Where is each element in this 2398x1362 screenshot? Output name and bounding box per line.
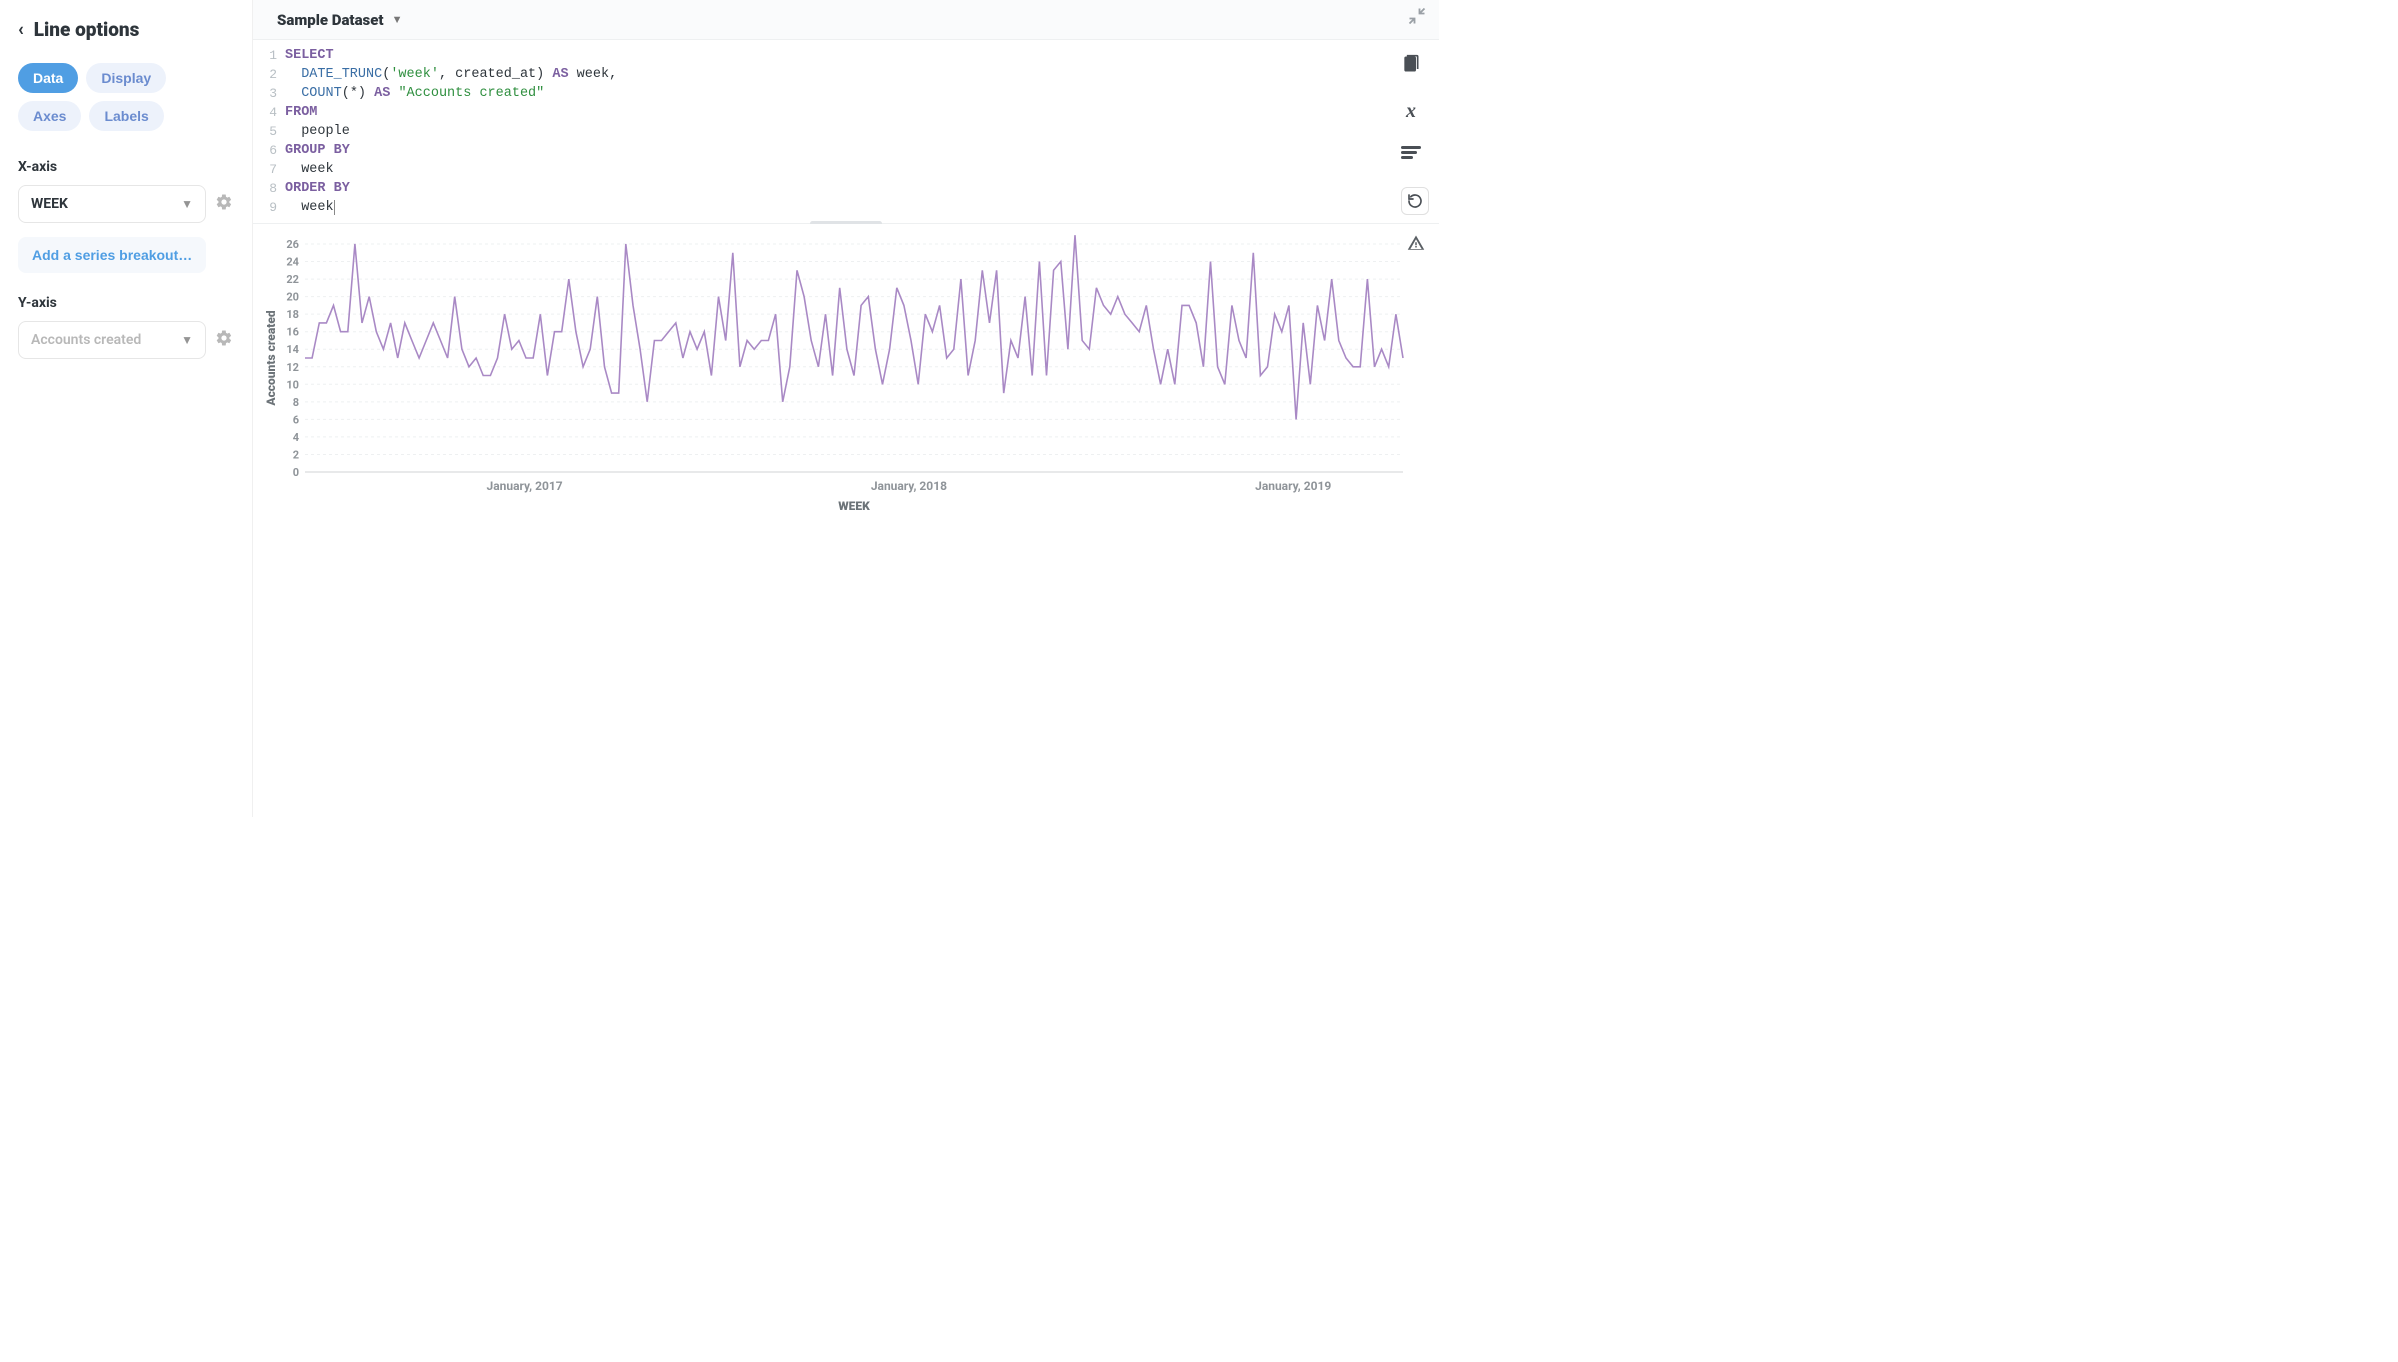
gear-icon[interactable] (214, 329, 234, 352)
svg-text:8: 8 (293, 396, 299, 409)
chevron-left-icon[interactable]: ‹ (18, 19, 24, 40)
chart-area: 02468101214161820222426January, 2017Janu… (253, 224, 1439, 817)
svg-text:Accounts created: Accounts created (264, 310, 278, 406)
chevron-down-icon: ▼ (181, 197, 193, 211)
x-axis-value: WEEK (31, 196, 68, 212)
tab-data[interactable]: Data (18, 63, 78, 93)
main-header: Sample Dataset ▼ (253, 0, 1439, 40)
tab-axes[interactable]: Axes (18, 101, 81, 131)
svg-text:4: 4 (293, 431, 300, 444)
svg-text:0: 0 (293, 466, 299, 479)
svg-text:24: 24 (286, 256, 299, 269)
reference-icon[interactable] (1401, 54, 1421, 78)
dataset-picker[interactable]: Sample Dataset ▼ (277, 11, 402, 29)
code-area[interactable]: SELECT DATE_TRUNC('week', created_at) AS… (285, 40, 1383, 223)
sql-editor[interactable]: 123456789 SELECT DATE_TRUNC('week', crea… (253, 40, 1439, 224)
svg-text:10: 10 (286, 378, 299, 391)
svg-text:January, 2017: January, 2017 (487, 479, 563, 493)
snippets-icon[interactable] (1401, 145, 1421, 164)
y-axis-label: Y-axis (18, 295, 234, 311)
line-gutter: 123456789 (253, 40, 285, 223)
svg-text:WEEK: WEEK (838, 499, 870, 513)
svg-text:12: 12 (286, 361, 299, 374)
y-axis-select[interactable]: Accounts created ▼ (18, 321, 206, 359)
add-breakout-button[interactable]: Add a series breakout… (18, 237, 206, 273)
variable-icon[interactable]: x (1406, 100, 1416, 123)
options-sidebar: ‹ Line options Data DisplayAxes Labels X-a… (0, 0, 253, 817)
gear-icon[interactable] (214, 193, 234, 216)
svg-text:14: 14 (286, 343, 299, 356)
option-tabs: Data DisplayAxes Labels (18, 63, 234, 131)
svg-text:22: 22 (286, 273, 299, 286)
svg-text:16: 16 (286, 326, 299, 339)
svg-text:6: 6 (293, 413, 299, 426)
svg-text:January, 2019: January, 2019 (1255, 479, 1331, 493)
run-query-button[interactable] (1401, 187, 1429, 215)
sidebar-title: Line options (34, 18, 140, 41)
svg-text:20: 20 (286, 291, 299, 304)
warning-icon[interactable] (1407, 234, 1425, 256)
svg-text:18: 18 (286, 308, 299, 321)
svg-text:January, 2018: January, 2018 (871, 479, 947, 493)
chevron-down-icon: ▼ (392, 13, 403, 26)
tab-display[interactable]: Display (86, 63, 166, 93)
dataset-label: Sample Dataset (277, 11, 384, 29)
contract-icon[interactable] (1407, 6, 1427, 30)
chevron-down-icon: ▼ (181, 333, 193, 347)
svg-text:26: 26 (286, 238, 299, 251)
x-axis-select[interactable]: WEEK ▼ (18, 185, 206, 223)
sidebar-header: ‹ Line options (18, 18, 234, 41)
line-chart: 02468101214161820222426January, 2017Janu… (263, 234, 1413, 514)
svg-text:2: 2 (293, 448, 299, 461)
x-axis-label: X-axis (18, 159, 234, 175)
main-panel: Sample Dataset ▼ 123456789 SELECT DATE_T… (253, 0, 1439, 817)
y-axis-value: Accounts created (31, 332, 141, 348)
tab-labels[interactable]: Labels (89, 101, 163, 131)
